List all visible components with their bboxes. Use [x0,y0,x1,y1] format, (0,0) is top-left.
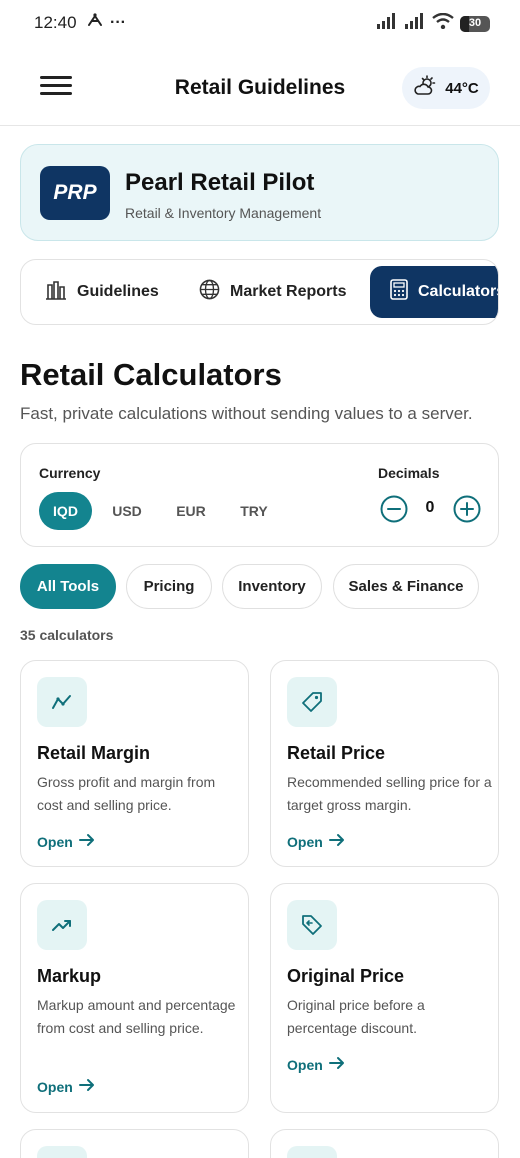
section-tabs: Guidelines Market Reports Calculators [20,259,499,325]
calculator-title: Markup [37,966,102,986]
open-label: Open [37,833,73,850]
calculator-title: Retail Price [287,743,386,763]
currency-option-try[interactable]: TRY [234,492,274,530]
tab-label: Guidelines [77,283,159,300]
trend-line-icon [37,677,87,727]
decrement-decimals-button[interactable] [380,495,408,523]
decimals-value: 0 [425,499,435,516]
open-link[interactable]: Open [37,833,95,850]
currency-option-iqd[interactable]: IQD [39,492,92,530]
app-bar: Retail Guidelines 44°C [0,50,520,126]
battery-icon: 30 [460,15,490,32]
calculator-title: Retail Margin [37,743,151,763]
calculator-card-icon [287,1146,337,1158]
arrow-right-icon [328,833,345,850]
calculator-card-retail-price[interactable]: Retail Price Recommended selling price f… [270,660,499,867]
transit-icon [86,12,104,33]
minus-circle-icon [380,495,408,523]
page-title: Retail Calculators [20,357,282,392]
reverse-tag-icon [287,900,337,950]
arrow-right-icon [78,1078,95,1095]
tab-guidelines[interactable]: Guidelines [45,260,159,324]
open-label: Open [287,1056,323,1073]
wifi-icon [432,12,454,34]
arrow-right-icon [328,1056,345,1073]
plus-circle-icon [453,495,481,523]
weather-badge[interactable]: 44°C [402,67,490,109]
partly-cloudy-icon [413,74,437,102]
brand-logo: PRP [40,166,110,220]
tab-calculators[interactable]: Calculators [370,266,499,318]
calculator-card-icon [37,1146,87,1158]
calculator-card-markup[interactable]: Markup Markup amount and percentage from… [20,883,249,1113]
globe-icon [199,279,220,305]
currency-label: Currency [39,465,101,481]
status-dots: ··· [110,13,126,31]
calculator-card-partial[interactable] [270,1129,499,1158]
filter-chip-sales-finance[interactable]: Sales & Finance [333,564,479,609]
tab-market-reports[interactable]: Market Reports [199,260,346,324]
arrow-right-icon [78,833,95,850]
filter-chip-all-tools[interactable]: All Tools [20,564,116,609]
tab-label: Calculators [418,283,499,300]
calculator-description: Recommended selling price for a target g… [287,774,492,813]
brand-name: Pearl Retail Pilot [125,169,315,196]
open-label: Open [287,833,323,850]
brand-card: PRP Pearl Retail Pilot Retail & Inventor… [20,144,499,241]
battery-level: 30 [468,16,482,29]
currency-option-eur[interactable]: EUR [171,492,211,530]
status-bar: 12:40 ··· 30 [0,0,520,48]
calculator-card-original-price[interactable]: Original Price Original price before a p… [270,883,499,1113]
guidelines-icon [45,280,67,305]
increment-decimals-button[interactable] [453,495,481,523]
calculator-description: Original price before a percentage disco… [287,997,425,1036]
calculator-card-partial[interactable] [20,1129,249,1158]
open-link[interactable]: Open [287,833,345,850]
filter-chip-pricing[interactable]: Pricing [126,564,212,609]
calculator-count: 35 calculators [20,627,114,643]
signal-icon [376,13,398,34]
calculator-card-retail-margin[interactable]: Retail Margin Gross profit and margin fr… [20,660,249,867]
brand-tagline: Retail & Inventory Management [125,205,322,221]
open-label: Open [37,1078,73,1095]
open-link[interactable]: Open [37,1078,95,1095]
filter-chip-inventory[interactable]: Inventory [222,564,322,609]
trend-up-icon [37,900,87,950]
page-subtitle: Fast, private calculations without sendi… [20,404,473,423]
calculator-description: Markup amount and percentage from cost a… [37,997,236,1036]
settings-card: Currency IQD USD EUR TRY Decimals 0 [20,443,499,547]
calculator-title: Original Price [287,966,405,986]
calculator-description: Gross profit and margin from cost and se… [37,774,216,813]
price-tag-icon [287,677,337,727]
open-link[interactable]: Open [287,1056,345,1073]
status-time: 12:40 [34,13,77,32]
signal-icon-2 [404,13,426,34]
decimals-label: Decimals [378,465,440,481]
currency-option-usd[interactable]: USD [107,492,147,530]
tab-label: Market Reports [230,283,347,300]
temperature: 44°C [445,79,479,97]
calculator-icon [390,279,408,305]
